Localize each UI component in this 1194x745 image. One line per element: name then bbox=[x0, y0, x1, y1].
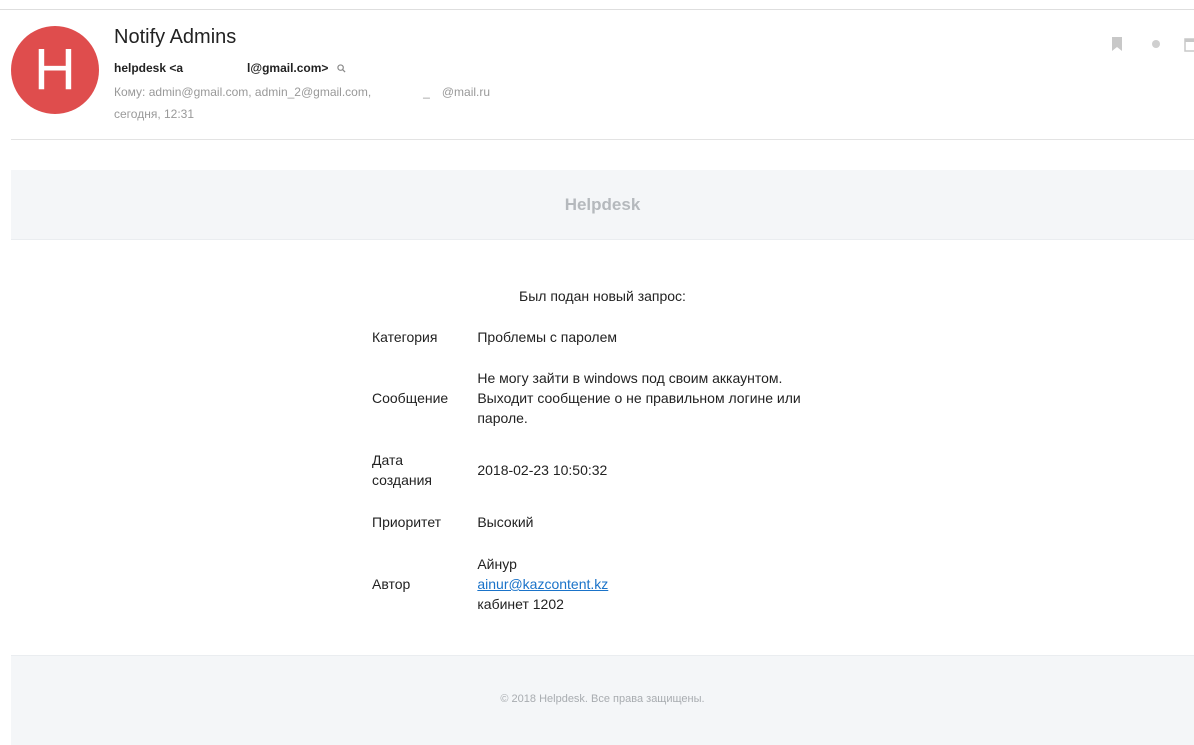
sender-email[interactable]: l@gmail.com> bbox=[247, 61, 328, 75]
author-office: кабинет 1202 bbox=[477, 596, 564, 612]
mail-footer: © 2018 Helpdesk. Все права защищены. bbox=[11, 655, 1194, 745]
table-row: Сообщение Не могу зайти в windows под св… bbox=[372, 356, 832, 440]
email-view: H Notify Admins helpdesk <a l@gmail.com> … bbox=[0, 0, 1194, 745]
author-name: Айнур bbox=[477, 556, 517, 572]
footer-copyright: © 2018 Helpdesk. Все права защищены. bbox=[500, 693, 705, 705]
row-value: Айнур ainur@kazcontent.kz кабинет 1202 bbox=[477, 544, 832, 624]
table-row: Приоритет Высокий bbox=[372, 500, 832, 544]
bookmark-icon[interactable] bbox=[1110, 36, 1124, 52]
label-line: создания bbox=[372, 472, 432, 488]
brand-title: Helpdesk bbox=[564, 195, 641, 214]
value-line: Выходит сообщение о не правильном логине… bbox=[477, 390, 801, 406]
recipients-line: Кому: admin@gmail.com, admin_2@gmail.com… bbox=[114, 85, 490, 99]
row-label: Автор bbox=[372, 576, 411, 592]
row-value: Не могу зайти в windows под своим аккаун… bbox=[477, 356, 832, 440]
table-row: Дата создания 2018-02-23 10:50:32 bbox=[372, 440, 832, 500]
request-details-table: Категория Проблемы с паролем Сообщение Н… bbox=[372, 318, 832, 624]
intro-text: Был подан новый запрос: bbox=[519, 288, 686, 304]
recipient-tail: @mail.ru bbox=[441, 85, 491, 99]
label-line: Дата bbox=[372, 452, 404, 468]
row-value: 2018-02-23 10:50:32 bbox=[477, 462, 608, 478]
row-value: Высокий bbox=[477, 514, 534, 530]
calendar-icon[interactable] bbox=[1184, 36, 1194, 52]
table-row: Категория Проблемы с паролем bbox=[372, 318, 832, 356]
row-value: Проблемы с паролем bbox=[477, 329, 618, 345]
recipient-underscore: _ bbox=[423, 85, 430, 99]
sender-name[interactable]: helpdesk <a bbox=[114, 61, 183, 75]
sender-line[interactable]: helpdesk <a l@gmail.com> bbox=[114, 61, 346, 75]
dot-icon[interactable] bbox=[1152, 40, 1160, 48]
top-divider bbox=[0, 9, 1194, 10]
mail-brand-banner: Helpdesk bbox=[11, 170, 1194, 240]
sender-avatar: H bbox=[11, 26, 99, 114]
row-label: Дата создания bbox=[372, 440, 477, 500]
email-date: сегодня, 12:31 bbox=[114, 107, 195, 121]
row-label: Категория bbox=[372, 329, 438, 345]
value-line: Не могу зайти в windows под своим аккаун… bbox=[477, 370, 783, 386]
author-email-link[interactable]: ainur@kazcontent.kz bbox=[477, 576, 608, 592]
recipients-list: Кому: admin@gmail.com, admin_2@gmail.com… bbox=[114, 85, 372, 99]
email-subject: Notify Admins bbox=[114, 26, 237, 48]
table-row: Автор Айнур ainur@kazcontent.kz кабинет … bbox=[372, 544, 832, 624]
value-line: пароле. bbox=[477, 410, 528, 426]
row-label: Приоритет bbox=[372, 514, 442, 530]
header-divider bbox=[11, 139, 1194, 140]
row-label: Сообщение bbox=[372, 390, 449, 406]
search-icon[interactable] bbox=[337, 64, 346, 73]
